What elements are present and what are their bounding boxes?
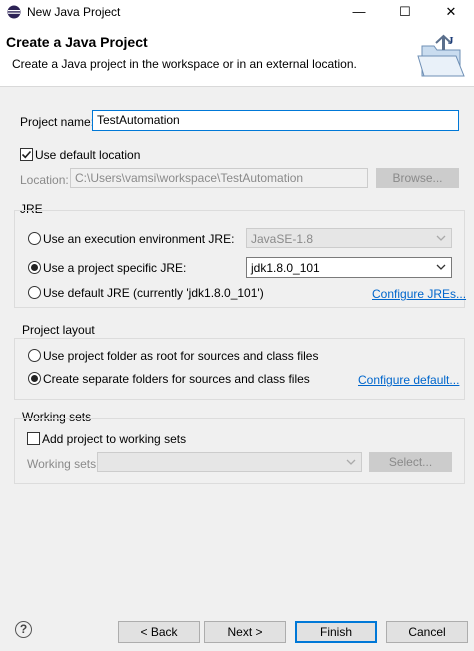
project-root-label: Use project folder as root for sources a… <box>43 349 319 363</box>
chevron-down-icon <box>436 264 446 270</box>
exec-env-jre-label: Use an execution environment JRE: <box>43 232 235 246</box>
use-default-location-checkbox[interactable] <box>20 148 33 161</box>
help-icon: ? <box>19 622 28 636</box>
add-to-working-sets-label: Add project to working sets <box>42 432 187 446</box>
page-title: Create a Java Project <box>6 34 148 50</box>
help-button[interactable]: ? <box>15 621 32 638</box>
maximize-icon: ☐ <box>399 4 411 19</box>
project-specific-jre-label: Use a project specific JRE: <box>43 261 187 275</box>
select-working-sets-button[interactable]: Select... <box>369 452 452 472</box>
browse-button[interactable]: Browse... <box>376 168 459 188</box>
cancel-button[interactable]: Cancel <box>386 621 468 643</box>
working-sets-label: Working sets: <box>27 457 100 471</box>
separate-folders-radio[interactable] <box>28 372 41 385</box>
minimize-icon: — <box>352 4 366 19</box>
minimize-button[interactable]: — <box>336 0 382 24</box>
exec-env-select[interactable]: JavaSE-1.8 <box>246 228 452 248</box>
chevron-down-icon <box>436 235 446 241</box>
location-label: Location: <box>20 173 69 187</box>
project-layout-group <box>14 338 465 400</box>
project-root-radio[interactable] <box>28 349 41 362</box>
project-specific-jre-select[interactable]: jdk1.8.0_101 <box>246 257 452 278</box>
exec-env-value: JavaSE-1.8 <box>251 232 314 246</box>
project-name-input[interactable]: TestAutomation <box>92 110 459 131</box>
location-input[interactable]: C:\Users\vamsi\workspace\TestAutomation <box>70 168 368 188</box>
add-to-working-sets-checkbox[interactable] <box>27 432 40 445</box>
wizard-header: Create a Java Project Create a Java proj… <box>0 24 474 87</box>
next-button[interactable]: Next > <box>204 621 286 643</box>
finish-button[interactable]: Finish <box>295 621 377 643</box>
project-specific-jre-value: jdk1.8.0_101 <box>251 261 320 275</box>
page-description: Create a Java project in the workspace o… <box>12 57 357 71</box>
exec-env-jre-radio[interactable] <box>28 232 41 245</box>
close-button[interactable]: ✕ <box>428 0 474 24</box>
default-jre-label: Use default JRE (currently 'jdk1.8.0_101… <box>43 286 264 300</box>
eclipse-app-icon <box>7 5 21 19</box>
project-layout-group-title: Project layout <box>22 323 95 337</box>
project-name-label: Project name: <box>20 115 95 129</box>
back-button[interactable]: < Back <box>118 621 200 643</box>
close-icon: ✕ <box>445 4 457 19</box>
chevron-down-icon <box>346 459 356 465</box>
java-project-folder-icon: J <box>417 34 465 77</box>
use-default-location-label: Use default location <box>35 148 141 162</box>
checkmark-icon <box>21 150 32 159</box>
project-specific-jre-radio[interactable] <box>28 261 41 274</box>
maximize-button[interactable]: ☐ <box>382 0 428 24</box>
configure-jres-link[interactable]: Configure JREs... <box>372 287 466 301</box>
working-sets-select[interactable] <box>97 452 362 472</box>
window-title: New Java Project <box>27 5 121 19</box>
svg-text:J: J <box>448 35 454 47</box>
configure-default-link[interactable]: Configure default... <box>358 373 459 387</box>
title-bar: New Java Project — ☐ ✕ <box>0 0 474 24</box>
default-jre-radio[interactable] <box>28 286 41 299</box>
working-sets-group <box>14 418 465 484</box>
separate-folders-label: Create separate folders for sources and … <box>43 372 310 386</box>
